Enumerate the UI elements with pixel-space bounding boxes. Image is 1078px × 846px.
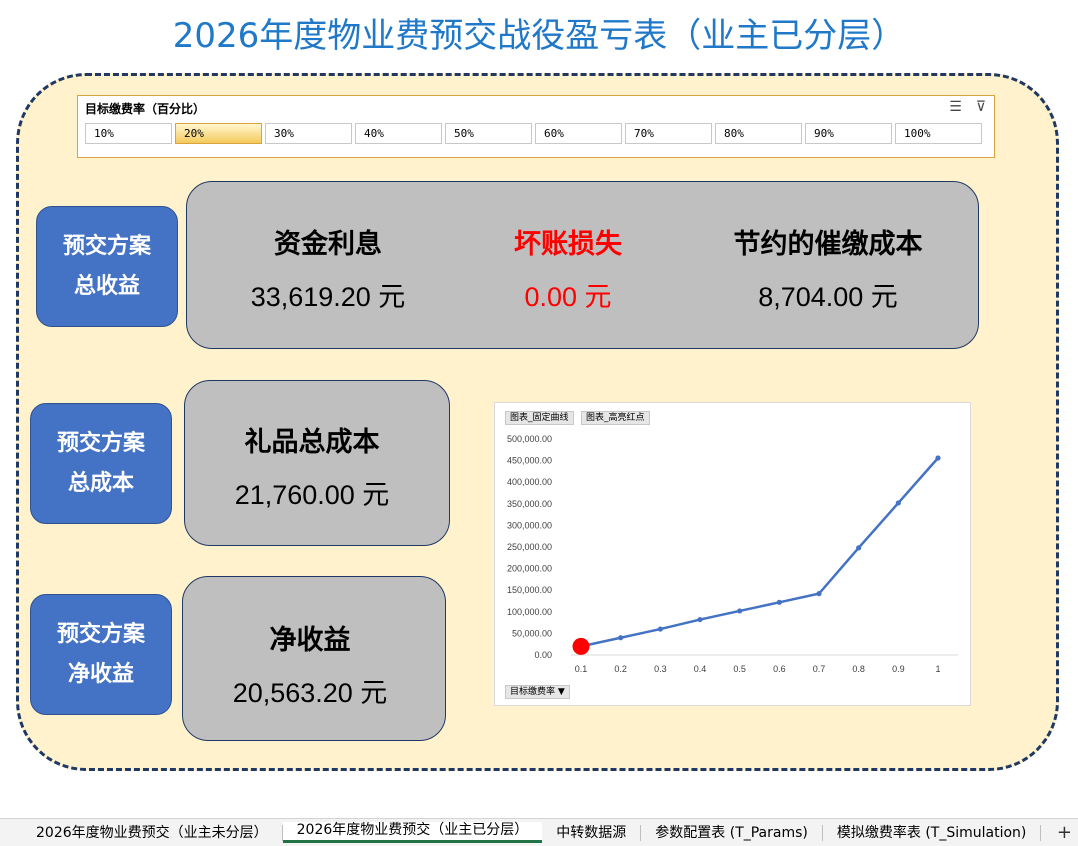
metric-bad-debt: 坏账损失 0.00 元 (440, 222, 696, 314)
data-point (657, 626, 663, 632)
y-tick-label: 50,000.00 (512, 628, 552, 638)
y-tick-label: 450,000.00 (507, 456, 552, 466)
line-chart-svg: 0.00 50,000.00 100,000.00 150,000.00 200,000… (507, 434, 958, 674)
dropdown-arrow-icon: ▼ (557, 687, 565, 697)
cost-label-line1: 预交方案 (56, 430, 145, 456)
x-tick-label: 0.9 (892, 664, 905, 674)
y-tick-label: 100,000.00 (507, 607, 552, 617)
y-tick-label: 500,000.00 (507, 434, 552, 444)
slicer-item[interactable]: 30% (265, 123, 352, 144)
y-tick-label: 400,000.00 (507, 477, 552, 487)
y-tick-label: 350,000.00 (507, 499, 552, 509)
x-tick-label: 0.4 (694, 664, 707, 674)
slicer-item[interactable]: 70% (625, 123, 712, 144)
sheet-tab[interactable]: 参数配置表 (T_Params) (641, 824, 823, 841)
highlight-point (572, 637, 590, 655)
metric-interest: 资金利息 33,619.20 元 (200, 222, 456, 314)
bad-debt-label: 坏账损失 (514, 229, 622, 260)
net-label-line2: 净收益 (67, 661, 134, 687)
data-point (776, 599, 782, 605)
data-point (895, 500, 901, 506)
x-tick-label: 0.8 (852, 664, 865, 674)
pivot-chart[interactable]: 0.00 50,000.00 100,000.00 150,000.00 200,000… (494, 402, 971, 706)
data-point (697, 616, 703, 623)
x-tick-label: 1 (935, 664, 940, 674)
cost-label-line2: 总成本 (67, 470, 134, 496)
x-tick-label: 0.6 (773, 664, 786, 674)
slicer-items: 10% 20% 30% 40% 50% 60% 70% 80% 90% 100% (85, 123, 982, 144)
y-tick-label: 200,000.00 (507, 564, 552, 574)
slicer-item[interactable]: 50% (445, 123, 532, 144)
saved-cost-value: 8,704.00 元 (758, 282, 898, 312)
slicer-item[interactable]: 10% (85, 123, 172, 144)
cost-label: 预交方案 总成本 (30, 403, 172, 524)
page-title: 2026年度物业费预交战役盈亏表（业主已分层） (172, 16, 906, 56)
income-label-line2: 总收益 (73, 273, 140, 299)
sheet-tab[interactable]: 中转数据源 (542, 824, 642, 841)
x-tick-label: 0.1 (575, 664, 588, 674)
data-point (856, 545, 862, 551)
net-profit-value: 20,563.20 元 (232, 678, 388, 708)
slicer-item[interactable]: 40% (355, 123, 442, 144)
slicer-item[interactable]: 90% (805, 123, 892, 144)
slicer-item[interactable]: 100% (895, 123, 982, 144)
sheet-tab-bar: 2026年度物业费预交（业主未分层） 2026年度物业费预交（业主已分层） 中转数据… (0, 818, 1078, 846)
slicer-item[interactable]: 80% (715, 123, 802, 144)
data-point (935, 455, 941, 461)
data-point (618, 635, 624, 641)
y-tick-label: 0.00 (534, 650, 552, 660)
sheet-tab[interactable]: 2026年度物业费预交（业主未分层） (22, 824, 283, 841)
data-point (816, 591, 822, 597)
sheet-tab[interactable]: 模拟缴费率表 (T_Simulation) (823, 824, 1042, 841)
clear-filter-icon[interactable]: ⊽ (976, 99, 986, 115)
income-label: 预交方案 总收益 (36, 206, 178, 327)
net-profit-label: 净收益 (269, 625, 351, 656)
metric-gift-cost: 礼品总成本 21,760.00 元 (184, 420, 440, 512)
interest-value: 33,619.20 元 (250, 282, 406, 312)
income-label-line1: 预交方案 (62, 233, 151, 259)
series-line (580, 457, 939, 648)
net-label-line1: 预交方案 (56, 621, 145, 647)
y-tick-label: 150,000.00 (507, 585, 552, 595)
y-tick-label: 250,000.00 (507, 542, 552, 552)
multi-select-icon[interactable]: ☰ (949, 99, 962, 115)
x-tick-label: 0.7 (813, 664, 826, 674)
slicer-item[interactable]: 20% (175, 123, 262, 144)
x-tick-label: 0.3 (654, 664, 667, 674)
payment-rate-slicer[interactable]: 目标缴费率（百分比） ☰ ⊽ 10% 20% 30% 40% 50% 60% 70% 80% 9… (77, 95, 995, 158)
metric-saved-cost: 节约的催缴成本 8,704.00 元 (700, 222, 956, 314)
gift-cost-label: 礼品总成本 (244, 427, 380, 458)
axis-field-label: 目标缴费率 (510, 687, 556, 697)
metric-net: 净收益 20,563.20 元 (182, 618, 438, 710)
y-tick-label: 300,000.00 (507, 520, 552, 530)
sheet-tab[interactable]: 2026年度物业费预交（业主已分层） (282, 822, 543, 843)
slicer-header: 目标缴费率（百分比） (85, 102, 206, 116)
add-sheet-icon[interactable]: + (1057, 822, 1078, 843)
gift-cost-value: 21,760.00 元 (234, 480, 390, 510)
saved-cost-label: 节约的催缴成本 (733, 229, 923, 260)
excel-sheet-page: 2026年度物业费预交战役盈亏表（业主已分层） 目标缴费率（百分比） ☰ ⊽ 1… (0, 0, 1078, 846)
net-label: 预交方案 净收益 (30, 594, 172, 715)
x-tick-label: 0.2 (614, 664, 627, 674)
interest-label: 资金利息 (274, 229, 382, 260)
chart-field-button-highlight[interactable]: 图表_高亮红点 (581, 411, 650, 425)
chart-field-button-curve[interactable]: 图表_固定曲线 (505, 411, 574, 425)
slicer-item[interactable]: 60% (535, 123, 622, 144)
x-tick-label: 0.5 (733, 664, 746, 674)
bad-debt-value: 0.00 元 (524, 282, 612, 312)
data-point (737, 608, 743, 614)
chart-axis-field-button[interactable]: 目标缴费率 ▼ (505, 685, 570, 699)
